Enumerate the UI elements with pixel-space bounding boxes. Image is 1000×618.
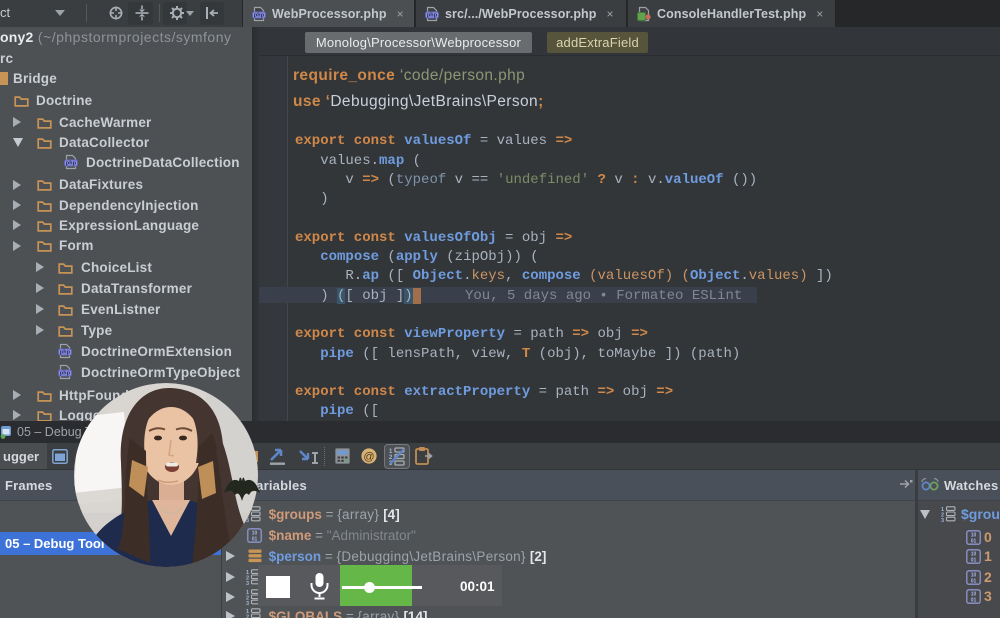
svg-text:3: 3	[246, 581, 249, 585]
svg-text:01: 01	[971, 538, 977, 544]
svg-text:2: 2	[246, 615, 249, 618]
svg-text:01: 01	[971, 598, 977, 604]
svg-text:php: php	[254, 12, 265, 18]
svg-text:php: php	[60, 371, 71, 377]
svg-text:3: 3	[246, 601, 249, 605]
svg-text:@: @	[363, 451, 374, 463]
svg-text:01: 01	[252, 537, 258, 543]
svg-text:3: 3	[941, 518, 944, 522]
svg-text:01: 01	[971, 579, 977, 585]
svg-text:01: 01	[971, 558, 977, 564]
svg-text:php: php	[66, 161, 77, 167]
svg-text:php: php	[427, 12, 438, 18]
svg-text:php: php	[60, 350, 71, 356]
